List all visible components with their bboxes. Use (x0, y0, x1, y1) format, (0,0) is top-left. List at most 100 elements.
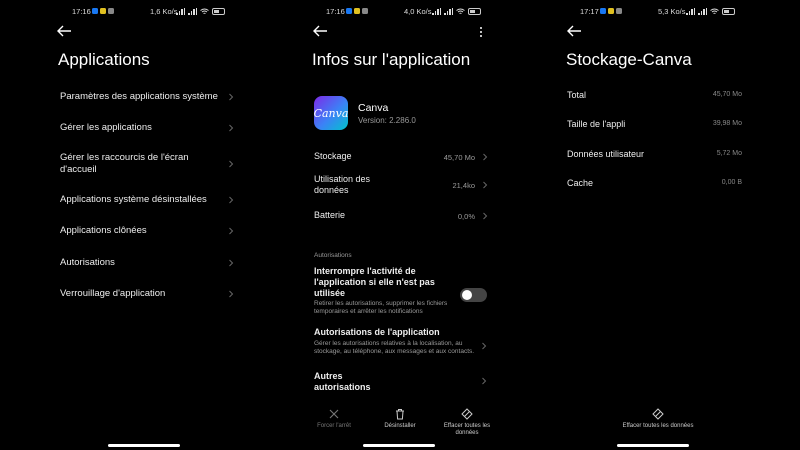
close-icon (329, 409, 339, 419)
network-speed: 5,3 Ko/s (658, 7, 686, 16)
signal-icons (176, 7, 225, 15)
chevron-right-icon (229, 259, 234, 267)
chevron-right-icon (229, 160, 234, 168)
menu-item-permissions[interactable]: Autorisations (60, 257, 235, 269)
network-speed: 4,0 Ko/s (404, 7, 432, 16)
row-label: Batterie (314, 210, 346, 220)
row-data-usage[interactable]: Utilisation des données 21,4ko (314, 174, 489, 196)
network-speed: 1,6 Ko/s (150, 7, 178, 16)
chevron-right-icon (229, 196, 234, 204)
home-indicator[interactable] (363, 444, 435, 447)
row-value: 21,4ko (452, 181, 475, 190)
wifi-icon (710, 8, 719, 14)
signal-icons (432, 7, 481, 15)
menu-item-label: Applications système désinstallées (60, 194, 207, 205)
row-value: 0,0% (457, 211, 475, 221)
chevron-right-icon (229, 290, 234, 298)
pause-app-activity-title: Interrompre l'activité de l'application … (314, 266, 435, 298)
menu-item-home-shortcuts[interactable]: Gérer les raccourcis de l'écran d'accuei… (60, 152, 235, 176)
page-title: Stockage-Canva (566, 50, 692, 69)
menu-item-system-app-settings[interactable]: Paramètres des applications système (60, 91, 235, 103)
row-storage[interactable]: Stockage 45,70 Mo (314, 151, 489, 162)
status-time: 17:16 (72, 7, 91, 16)
notification-icons (346, 8, 368, 14)
chevron-right-icon (483, 212, 488, 219)
storage-row-total: Total 45,70 Mo (567, 90, 742, 100)
chevron-right-icon (483, 181, 488, 189)
storage-row-app-size: Taille de l'appli 39,98 Mo (567, 119, 742, 129)
screen-storage-canva: 17:17 5,3 Ko/s Stockage-Canva Total 45,7… (524, 0, 778, 450)
row-label: Total (567, 90, 587, 100)
storage-row-cache: Cache 0,00 B (567, 178, 742, 188)
section-label-permissions: Autorisations (314, 252, 352, 259)
status-bar: 17:16 1,6 Ko/s (0, 6, 254, 18)
menu-item-cloned-apps[interactable]: Applications clônées (60, 225, 235, 237)
row-value: 45,70 Mo (443, 152, 475, 162)
app-permissions-desc: Gérer les autorisations relatives à la l… (314, 340, 475, 355)
menu-item-label: Verrouillage d'application (60, 288, 166, 299)
row-label: Données utilisateur (567, 149, 645, 159)
row-value: 0,00 B (721, 179, 742, 186)
bottom-action-bar: Forcer l'arrêt Désinstaller Effacer tout… (270, 408, 524, 440)
menu-item-label: Applications clônées (60, 225, 147, 236)
app-permissions-title[interactable]: Autorisations de l'application (314, 327, 489, 338)
menu-item-uninstalled-system-apps[interactable]: Applications système désinstallées (60, 194, 235, 206)
status-time: 17:17 (580, 7, 599, 16)
bottom-action-bar: Effacer toutes les données (524, 408, 778, 440)
battery-icon (722, 8, 735, 15)
storage-row-user-data: Données utilisateur 5,72 Mo (567, 149, 742, 159)
chevron-right-icon (229, 93, 234, 101)
wifi-icon (200, 8, 209, 14)
chevron-right-icon (483, 153, 488, 160)
chevron-right-icon (482, 377, 487, 385)
signal-icons (686, 7, 735, 15)
notification-icons (600, 8, 622, 14)
clear-all-data-button[interactable]: Effacer toutes les données (618, 408, 698, 430)
menu-item-label: Gérer les raccourcis de l'écran d'accuei… (60, 152, 189, 175)
home-indicator[interactable] (108, 444, 180, 447)
menu-item-app-lock[interactable]: Verrouillage d'application (60, 288, 235, 300)
other-permissions-title[interactable]: Autres autorisations (314, 371, 384, 393)
notification-icons (92, 8, 114, 14)
clear-all-data-button[interactable]: Effacer toutes les données (437, 408, 497, 437)
pause-app-activity-toggle[interactable] (460, 288, 487, 302)
back-arrow-icon[interactable] (312, 24, 328, 38)
status-time: 17:16 (326, 7, 345, 16)
more-options-icon[interactable] (478, 26, 484, 38)
page-title: Applications (58, 50, 150, 69)
row-value: 5,72 Mo (716, 150, 742, 157)
uninstall-button[interactable]: Désinstaller (370, 408, 430, 430)
page-title: Infos sur l'application (312, 50, 471, 69)
row-label: Stockage (314, 151, 352, 161)
menu-item-manage-apps[interactable]: Gérer les applications (60, 122, 235, 134)
row-value: 39,98 Mo (712, 120, 742, 127)
battery-icon (212, 8, 225, 15)
eraser-icon (652, 408, 664, 420)
chevron-right-icon (482, 342, 487, 350)
row-value: 45,70 Mo (712, 91, 742, 98)
chevron-right-icon (229, 227, 234, 235)
canva-app-icon: Canva (314, 96, 348, 130)
back-arrow-icon[interactable] (566, 24, 582, 38)
force-stop-button[interactable]: Forcer l'arrêt (304, 408, 364, 430)
screen-applications: 17:16 1,6 Ko/s Applications Paramètres d… (0, 0, 254, 450)
menu-item-label: Autorisations (60, 257, 115, 268)
pause-app-activity-desc: Retirer les autorisations, supprimer les… (314, 300, 448, 315)
row-battery[interactable]: Batterie 0,0% (314, 210, 489, 221)
eraser-icon (461, 408, 473, 420)
chevron-right-icon (229, 124, 234, 132)
battery-icon (468, 8, 481, 15)
back-arrow-icon[interactable] (56, 24, 72, 38)
menu-item-label: Gérer les applications (60, 122, 152, 133)
home-indicator[interactable] (617, 444, 689, 447)
app-version: Version: 2.286.0 (358, 116, 416, 125)
menu-item-label: Paramètres des applications système (60, 91, 218, 102)
status-bar: 17:16 4,0 Ko/s (270, 6, 524, 18)
screen-app-info: 17:16 4,0 Ko/s Infos sur l'application C… (270, 0, 524, 450)
row-label: Cache (567, 178, 594, 188)
row-label: Taille de l'appli (567, 119, 626, 129)
trash-icon (396, 409, 404, 420)
status-bar: 17:17 5,3 Ko/s (524, 6, 778, 18)
wifi-icon (456, 8, 465, 14)
app-name: Canva (358, 102, 389, 114)
